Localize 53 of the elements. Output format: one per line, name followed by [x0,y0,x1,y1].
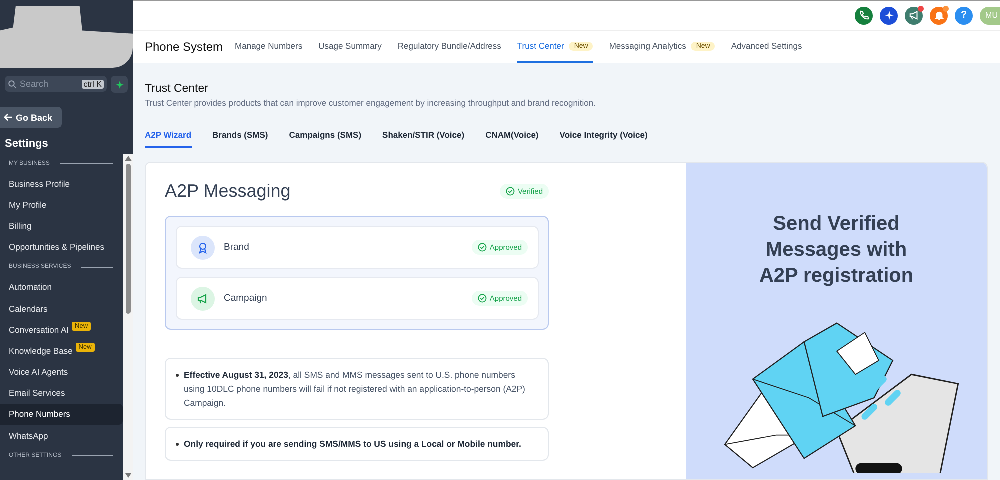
sidebar-title: Settings [5,138,50,150]
phone-icon [858,10,870,21]
go-back-button[interactable]: Go Back [0,107,62,128]
sparkle-icon [116,80,124,88]
note-text: Only required if you are sending SMS/MMS to US using a Local or Mobile number. [184,438,522,451]
scroll-up-icon[interactable] [124,156,132,161]
sub-tab[interactable]: Shaken/STIR (Voice) [382,130,465,148]
megaphone-icon [191,286,215,310]
sidebar-item[interactable]: Business Profile [0,173,123,194]
scrollbar[interactable] [123,154,133,480]
sidebar-item[interactable]: WhatsApp [0,425,123,446]
award-icon [191,236,215,260]
search-icon [8,80,17,88]
nav-tab[interactable]: Regulatory Bundle/Address [398,31,502,63]
page-title: Trust Center [145,83,210,95]
sidebar-item[interactable]: Billing [0,215,123,237]
sub-tab[interactable]: CNAM(Voice) [486,130,539,148]
step-label: Brand [224,242,250,253]
sidebar-item[interactable]: Opportunities & Pipelines [0,236,123,258]
megaphone-button[interactable] [905,6,923,24]
sub-tab[interactable]: Voice Integrity (Voice) [560,130,648,148]
note-text: Effective August 31, 2023, all SMS and MMS messages sent to U.S. phone numbers using 10DLC phone numbers will fail if not registered with an application-to-person (A2P) Campaign. [184,369,526,410]
search-input[interactable]: Search [20,79,79,89]
phone-button[interactable] [855,6,873,24]
notification-dot [918,6,924,12]
nav-tab[interactable]: Usage Summary [318,31,382,63]
promo-title: Send Verified Messages with A2P registration [758,212,915,289]
sidebar-item[interactable]: Automation [0,276,123,298]
search-field[interactable]: Search ctrl K [5,76,107,92]
sparkle-button[interactable] [880,6,898,24]
sidebar-item[interactable]: Voice AI Agents [0,362,123,383]
sub-tab[interactable]: A2P Wizard [145,130,192,148]
nav-tab[interactable]: Advanced Settings [731,31,802,63]
sidebar-item[interactable]: Phone Numbers [0,404,123,426]
bell-icon [934,10,944,21]
arrow-left-icon [4,113,13,122]
sparkle-icon [884,10,894,21]
sidebar-item[interactable]: Calendars [0,298,123,320]
quick-action-button[interactable] [111,76,128,93]
section-title: Phone System [145,40,224,54]
sidebar-item[interactable]: Email Services [0,382,123,404]
card-title: A2P Messaging [165,181,291,202]
sidebar-item[interactable]: My Profile [0,194,123,216]
nav-tab[interactable]: Manage Numbers [235,31,303,63]
notification-dot [943,6,949,12]
step-label: Campaign [224,293,268,304]
shortcut-hint: ctrl K [82,80,104,88]
sub-tab[interactable]: Brands (SMS) [212,130,268,148]
megaphone-icon [908,10,920,21]
sub-tab[interactable]: Campaigns (SMS) [289,130,362,148]
bell-button[interactable] [930,6,948,24]
scroll-down-icon[interactable] [124,473,132,478]
page-description: Trust Center provides products that can improve customer engagement by increasing throughput and brand recognition. [145,98,597,108]
